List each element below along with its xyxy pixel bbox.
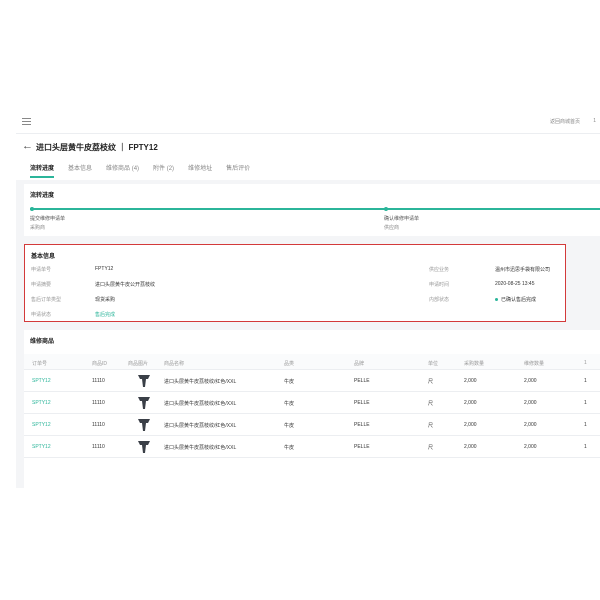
unit: 尺 bbox=[428, 423, 434, 429]
tab-basic-info[interactable]: 基本信息 bbox=[68, 160, 92, 178]
repair-qty: 2,000 bbox=[524, 400, 537, 406]
order-link[interactable]: SPTY12 bbox=[32, 422, 51, 428]
app-window: 返回商城首页 1 ← 进口头层黄牛皮荔枝纹 ｜ FPTY12 流转进度 基本信息… bbox=[16, 110, 600, 488]
order-link[interactable]: SPTY12 bbox=[32, 444, 51, 450]
purchase-qty: 2,000 bbox=[464, 378, 477, 384]
progress-step-dot bbox=[384, 207, 388, 211]
basic-info-section: 基本信息 申请单号 FPTY12 申请摘要 进口头层黄牛皮公开荔枝纹 售后订单类… bbox=[24, 244, 566, 322]
product-name: 进口头层黄牛皮荔枝纹/红色/XXL bbox=[164, 445, 237, 451]
product-image bbox=[138, 375, 150, 387]
page-header: ← 进口头层黄牛皮荔枝纹 ｜ FPTY12 流转进度 基本信息 维修商品 (4)… bbox=[16, 134, 600, 180]
step-label: 提交维修申请单 bbox=[30, 216, 66, 222]
info-value: 2020-08-25 13:45 bbox=[495, 281, 535, 287]
purchase-qty: 2,000 bbox=[464, 422, 477, 428]
purchase-qty: 2,000 bbox=[464, 444, 477, 450]
order-link[interactable]: SPTY12 bbox=[32, 400, 51, 406]
unit: 尺 bbox=[428, 379, 434, 385]
repair-qty: 2,000 bbox=[524, 422, 537, 428]
product-name: 进口头层黄牛皮荔枝纹/红色/XXL bbox=[164, 401, 237, 407]
internal-status: 已确认售后完成 bbox=[495, 296, 536, 303]
col-header: 品类 bbox=[284, 361, 295, 367]
col-header: 单位 bbox=[428, 361, 439, 367]
status-dot-icon bbox=[495, 298, 498, 302]
step-role: 采购商 bbox=[30, 225, 46, 231]
category: 牛皮 bbox=[284, 445, 295, 451]
col-header: 品牌 bbox=[354, 361, 365, 367]
brand: PELLE bbox=[354, 400, 370, 406]
col-header: 维修数量 bbox=[524, 361, 545, 367]
brand: PELLE bbox=[354, 378, 370, 384]
tab-progress[interactable]: 流转进度 bbox=[30, 160, 55, 178]
extra-cell: 1 bbox=[584, 444, 587, 450]
col-header: 商品ID bbox=[92, 361, 108, 367]
info-label: 申请时间 bbox=[429, 282, 450, 288]
info-label: 供应业务 bbox=[429, 267, 450, 273]
product-id: 11110 bbox=[92, 444, 105, 450]
info-label: 申请状态 bbox=[31, 312, 52, 318]
info-value: 现货采购 bbox=[95, 297, 116, 303]
tab-after-sales-review[interactable]: 售后评价 bbox=[226, 160, 250, 178]
top-number: 1 bbox=[593, 118, 596, 124]
info-label: 申请单号 bbox=[31, 267, 52, 273]
category: 牛皮 bbox=[284, 423, 295, 429]
category: 牛皮 bbox=[284, 401, 295, 407]
col-header: 订单号 bbox=[32, 361, 48, 367]
step-label: 确认维修申请单 bbox=[384, 216, 420, 222]
table-header bbox=[24, 354, 600, 370]
unit: 尺 bbox=[428, 401, 434, 407]
product-id: 11110 bbox=[92, 400, 105, 406]
info-label: 申请摘要 bbox=[31, 282, 52, 288]
step-role: 供应商 bbox=[384, 225, 400, 231]
product-id: 11110 bbox=[92, 422, 105, 428]
col-header: 1 bbox=[584, 360, 587, 366]
category: 牛皮 bbox=[284, 379, 295, 385]
table-row: SPTY12 11110 进口头层黄牛皮荔枝纹/红色/XXL 牛皮 PELLE … bbox=[24, 392, 600, 414]
purchase-qty: 2,000 bbox=[464, 400, 477, 406]
repair-goods-title: 维修商品 bbox=[30, 339, 55, 345]
order-link[interactable]: SPTY12 bbox=[32, 378, 51, 384]
extra-cell: 1 bbox=[584, 378, 587, 384]
internal-status-text: 已确认售后完成 bbox=[501, 297, 537, 303]
product-image bbox=[138, 397, 150, 409]
info-value: FPTY12 bbox=[95, 266, 114, 272]
table-row: SPTY12 11110 进口头层黄牛皮荔枝纹/红色/XXL 牛皮 PELLE … bbox=[24, 414, 600, 436]
page-title: 进口头层黄牛皮荔枝纹 ｜ FPTY12 bbox=[36, 143, 158, 152]
product-id: 11110 bbox=[92, 378, 105, 384]
tab-attachments[interactable]: 附件 (2) bbox=[153, 160, 174, 178]
product-name: 进口头层黄牛皮荔枝纹/红色/XXL bbox=[164, 379, 237, 385]
repair-goods-section: 维修商品 订单号 商品ID 商品图片 商品名称 品类 品牌 单位 采购数量 维修… bbox=[24, 330, 600, 488]
tab-bar: 流转进度 基本信息 维修商品 (4) 附件 (2) 维修地址 售后评价 bbox=[30, 160, 264, 178]
col-header: 商品图片 bbox=[128, 361, 149, 367]
col-header: 商品名称 bbox=[164, 361, 185, 367]
info-label: 内部状态 bbox=[429, 297, 450, 303]
progress-title: 流转进度 bbox=[30, 193, 55, 199]
extra-cell: 1 bbox=[584, 400, 587, 406]
progress-track bbox=[30, 208, 600, 210]
product-image bbox=[138, 419, 150, 431]
unit: 尺 bbox=[428, 445, 434, 451]
back-to-mall-link[interactable]: 返回商城首页 bbox=[550, 118, 580, 125]
back-arrow-icon[interactable]: ← bbox=[22, 141, 33, 152]
info-label: 售后订单类型 bbox=[31, 297, 62, 303]
info-value: 进口头层黄牛皮公开荔枝纹 bbox=[95, 282, 156, 288]
status-badge: 售后完成 bbox=[95, 312, 116, 318]
repair-qty: 2,000 bbox=[524, 378, 537, 384]
product-name: 进口头层黄牛皮荔枝纹/红色/XXL bbox=[164, 423, 237, 429]
basic-info-title: 基本信息 bbox=[31, 254, 56, 260]
table-row: SPTY12 11110 进口头层黄牛皮荔枝纹/红色/XXL 牛皮 PELLE … bbox=[24, 370, 600, 392]
tab-repair-address[interactable]: 维修地址 bbox=[188, 160, 212, 178]
col-header: 采购数量 bbox=[464, 361, 485, 367]
brand: PELLE bbox=[354, 444, 370, 450]
brand: PELLE bbox=[354, 422, 370, 428]
progress-step-dot bbox=[30, 207, 34, 211]
progress-section: 流转进度 提交维修申请单 采购商 确认维修申请单 供应商 bbox=[24, 184, 600, 236]
repair-qty: 2,000 bbox=[524, 444, 537, 450]
info-value: 温州市迅思手袋有限公司 bbox=[495, 267, 551, 273]
product-image bbox=[138, 441, 150, 453]
extra-cell: 1 bbox=[584, 422, 587, 428]
tab-repair-goods[interactable]: 维修商品 (4) bbox=[106, 160, 139, 178]
table-row: SPTY12 11110 进口头层黄牛皮荔枝纹/红色/XXL 牛皮 PELLE … bbox=[24, 436, 600, 458]
menu-icon[interactable] bbox=[22, 118, 31, 125]
top-bar: 返回商城首页 1 bbox=[16, 110, 600, 134]
